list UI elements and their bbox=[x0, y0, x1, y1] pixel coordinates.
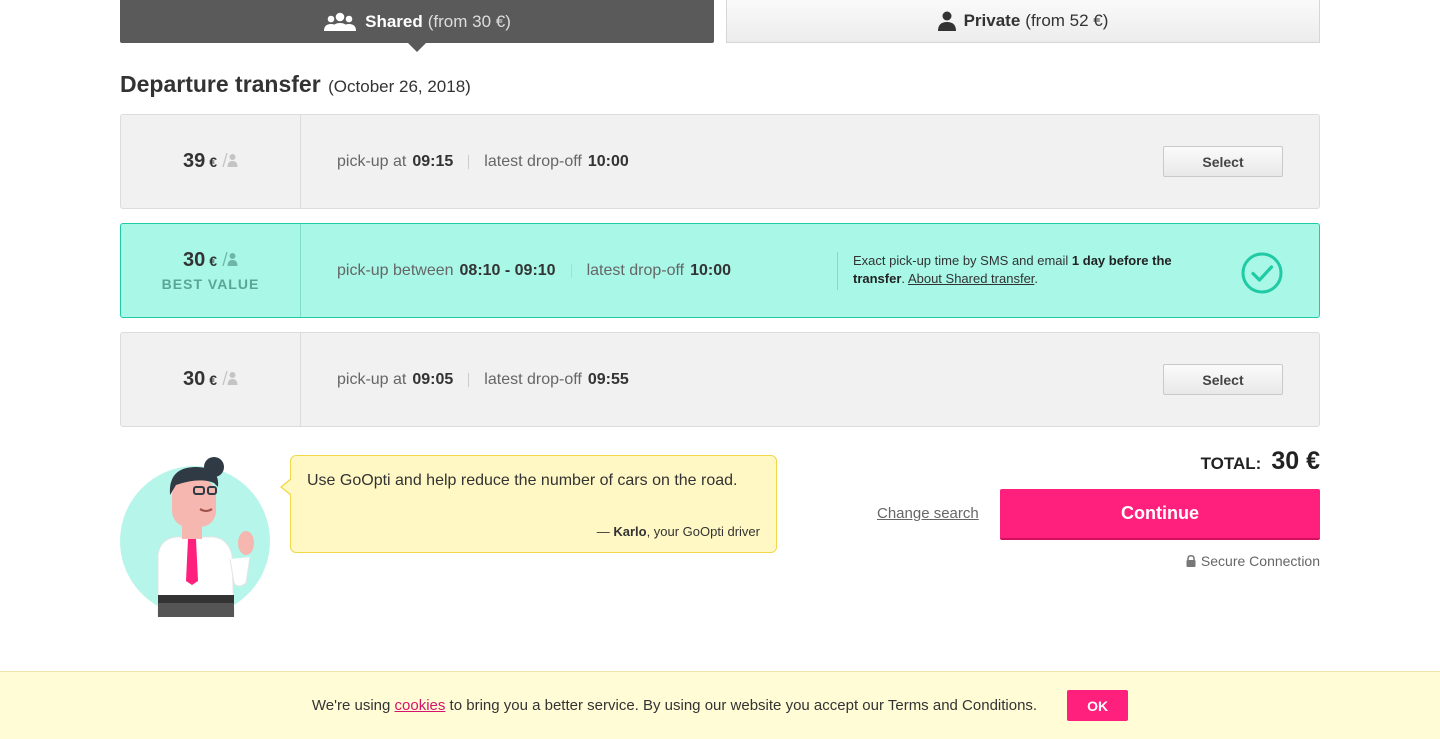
transfer-option[interactable]: 30 € pick-up at 09:05 latest drop-off 09… bbox=[120, 332, 1320, 427]
transfer-type-tabs: Shared (from 30 €) Private (from 52 €) bbox=[120, 0, 1320, 52]
selected-check-icon bbox=[1241, 252, 1283, 294]
cookie-prefix: We're using bbox=[311, 697, 395, 714]
transfer-option-best-value[interactable]: 30 € BEST VALUE pick-up between 08:10 - … bbox=[120, 223, 1320, 318]
order-total: TOTAL: 30 € bbox=[1201, 447, 1320, 476]
price-value: 30 bbox=[182, 368, 206, 390]
transfer-times: pick-up at 09:05 latest drop-off 09:55 bbox=[337, 333, 629, 426]
best-value-badge: BEST VALUE bbox=[161, 276, 260, 292]
secure-label: Secure Connection bbox=[1200, 553, 1320, 569]
group-icon bbox=[323, 12, 357, 32]
pickup-time: 09:15 bbox=[412, 152, 454, 170]
pickup-info-note: Exact pick-up time by SMS and email 1 da… bbox=[837, 252, 1198, 290]
price-currency: € bbox=[209, 372, 218, 388]
per-person-icon bbox=[222, 252, 238, 266]
price-value: 30 bbox=[182, 249, 206, 271]
divider bbox=[468, 372, 470, 387]
section-heading: Departure transfer bbox=[120, 71, 321, 97]
dropoff-label: latest drop-off bbox=[484, 152, 582, 170]
price-currency: € bbox=[209, 154, 218, 170]
dropoff-time: 09:55 bbox=[587, 370, 629, 388]
transfer-times: pick-up at 09:15 latest drop-off 10:00 bbox=[337, 115, 629, 208]
driver-name: Karlo bbox=[613, 524, 647, 539]
note-prefix: Exact pick-up time by SMS and email bbox=[853, 253, 1072, 268]
lock-icon bbox=[1186, 555, 1196, 567]
total-label: TOTAL: bbox=[1200, 454, 1262, 473]
tab-private[interactable]: Private (from 52 €) bbox=[726, 0, 1320, 43]
dropoff-time: 10:00 bbox=[690, 261, 732, 279]
tab-shared[interactable]: Shared (from 30 €) bbox=[120, 0, 714, 52]
total-value: 30 € bbox=[1271, 447, 1320, 475]
select-button[interactable]: Select bbox=[1163, 364, 1283, 395]
tab-shared-price: (from 30 €) bbox=[427, 11, 511, 31]
change-search-link[interactable]: Change search bbox=[877, 505, 979, 522]
cookie-suffix: to bring you a better service. By using … bbox=[445, 697, 1038, 714]
section-date: (October 26, 2018) bbox=[328, 77, 471, 96]
cookie-text: We're using cookies to bring you a bette… bbox=[312, 697, 1037, 714]
tab-private-price: (from 52 €) bbox=[1025, 11, 1109, 30]
price-value: 39 bbox=[182, 150, 206, 172]
note-suffix: . bbox=[1034, 271, 1039, 286]
pickup-time: 08:10 - 09:10 bbox=[459, 261, 556, 279]
tab-shared-label: Shared bbox=[365, 11, 423, 31]
divider bbox=[570, 263, 572, 278]
tab-private-label: Private bbox=[963, 11, 1021, 30]
transfer-option[interactable]: 39 € pick-up at 09:15 latest drop-off 10… bbox=[120, 114, 1320, 209]
about-shared-link[interactable]: About Shared transfer bbox=[908, 271, 1034, 286]
dropoff-label: latest drop-off bbox=[586, 261, 685, 279]
secure-connection: Secure Connection bbox=[1186, 553, 1320, 569]
cookie-ok-button[interactable]: OK bbox=[1067, 690, 1129, 721]
price-cell: 39 € bbox=[121, 115, 301, 208]
price-cell: 30 € BEST VALUE bbox=[121, 224, 301, 317]
per-person-icon bbox=[222, 371, 238, 385]
pickup-label: pick-up between bbox=[337, 261, 454, 279]
pickup-label: pick-up at bbox=[337, 152, 407, 170]
cookie-banner: We're using cookies to bring you a bette… bbox=[0, 671, 1440, 739]
pickup-label: pick-up at bbox=[337, 370, 407, 388]
price-cell: 30 € bbox=[121, 333, 301, 426]
transfer-times: pick-up between 08:10 - 09:10 latest dro… bbox=[337, 224, 731, 317]
driver-role: , your GoOpti driver bbox=[646, 524, 760, 539]
driver-illustration bbox=[120, 455, 272, 618]
per-person-icon bbox=[222, 153, 238, 167]
person-icon bbox=[937, 11, 956, 31]
section-title: Departure transfer (October 26, 2018) bbox=[120, 71, 471, 98]
price-currency: € bbox=[209, 253, 218, 269]
cookies-link[interactable]: cookies bbox=[395, 697, 446, 714]
divider bbox=[468, 154, 470, 169]
select-button[interactable]: Select bbox=[1163, 146, 1283, 177]
signature-dash: — bbox=[596, 524, 614, 539]
dropoff-time: 10:00 bbox=[587, 152, 629, 170]
dropoff-label: latest drop-off bbox=[484, 370, 582, 388]
driver-quote: Use GoOpti and help reduce the number of… bbox=[307, 472, 738, 489]
continue-button[interactable]: Continue bbox=[1000, 489, 1320, 540]
driver-speech-bubble: Use GoOpti and help reduce the number of… bbox=[280, 455, 777, 553]
pickup-time: 09:05 bbox=[412, 370, 454, 388]
driver-signature: — Karlo, your GoOpti driver bbox=[597, 524, 760, 539]
